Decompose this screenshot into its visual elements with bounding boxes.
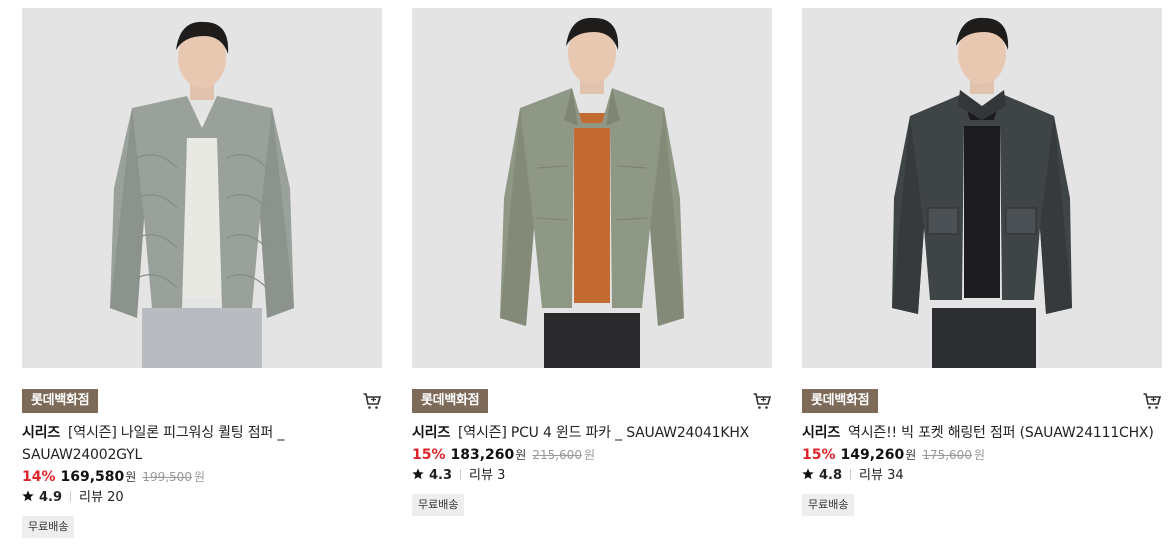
- product-card[interactable]: 롯데백화점 시리즈 역시즌!! 빅 포켓 해링턴 점퍼 (SAUAW24111CH…: [802, 8, 1164, 516]
- rating-value: 4.9: [39, 490, 63, 505]
- discount-rate: 15%: [412, 447, 446, 463]
- sale-price: 169,580: [60, 469, 125, 485]
- star-icon: [412, 467, 424, 480]
- product-card[interactable]: 롯데백화점 시리즈 [역시즌] PCU 4 윈드 파카 _ SAUAW24041K…: [412, 8, 774, 516]
- original-currency-unit: 원: [583, 448, 595, 462]
- store-badge: 롯데백화점: [412, 389, 489, 413]
- product-title[interactable]: 시리즈 [역시즌] PCU 4 윈드 파카 _ SAUAW24041KHX: [412, 422, 772, 444]
- product-card[interactable]: 롯데백화점 시리즈 [역시즌] 나일론 피그워싱 퀼팅 점퍼 _ SAUAW240…: [22, 8, 384, 538]
- product-meta-row: 롯데백화점: [22, 389, 384, 413]
- product-title[interactable]: 시리즈 역시즌!! 빅 포켓 해링턴 점퍼 (SAUAW24111CHX): [802, 422, 1162, 444]
- store-badge: 롯데백화점: [22, 389, 99, 413]
- free-shipping-tag: 무료배송: [22, 516, 75, 538]
- brand-name: 시리즈: [802, 425, 841, 441]
- original-price: 175,600: [922, 448, 972, 462]
- cart-icon[interactable]: [752, 391, 772, 411]
- brand-name: 시리즈: [412, 425, 451, 441]
- cart-icon[interactable]: [1142, 391, 1162, 411]
- store-badge: 롯데백화점: [802, 389, 879, 413]
- price-row: 15% 149,260원 175,600 원: [802, 444, 1164, 466]
- product-image[interactable]: [22, 8, 382, 368]
- product-meta-row: 롯데백화점: [802, 389, 1164, 413]
- product-name: [역시즌] 나일론 피그워싱 퀼팅 점퍼 _ SAUAW24002GYL: [22, 425, 285, 463]
- sale-price: 149,260: [840, 447, 905, 463]
- cart-icon[interactable]: [362, 391, 382, 411]
- divider: [70, 491, 72, 502]
- price-row: 14% 169,580원 199,500 원: [22, 466, 384, 488]
- star-icon: [22, 489, 34, 502]
- review-count[interactable]: 리뷰 34: [859, 468, 904, 483]
- original-price: 215,600: [532, 448, 582, 462]
- product-title[interactable]: 시리즈 [역시즌] 나일론 피그워싱 퀼팅 점퍼 _ SAUAW24002GYL: [22, 422, 382, 466]
- original-price: 199,500: [142, 470, 192, 484]
- currency-unit: 원: [905, 448, 917, 462]
- discount-rate: 14%: [22, 469, 56, 485]
- brand-name: 시리즈: [22, 425, 61, 441]
- product-name: 역시즌!! 빅 포켓 해링턴 점퍼 (SAUAW24111CHX): [848, 425, 1154, 441]
- rating-value: 4.8: [819, 468, 843, 483]
- product-image[interactable]: [412, 8, 772, 368]
- review-count[interactable]: 리뷰 3: [469, 468, 505, 483]
- price-row: 15% 183,260원 215,600 원: [412, 444, 774, 466]
- free-shipping-tag: 무료배송: [412, 494, 465, 516]
- sale-price: 183,260: [450, 447, 515, 463]
- product-meta-row: 롯데백화점: [412, 389, 774, 413]
- star-icon: [802, 467, 814, 480]
- divider: [460, 469, 462, 480]
- currency-unit: 원: [515, 448, 527, 462]
- original-currency-unit: 원: [973, 448, 985, 462]
- product-name: [역시즌] PCU 4 윈드 파카 _ SAUAW24041KHX: [458, 425, 750, 441]
- currency-unit: 원: [125, 470, 137, 484]
- product-grid: 롯데백화점 시리즈 [역시즌] 나일론 피그워싱 퀼팅 점퍼 _ SAUAW240…: [0, 0, 1171, 547]
- rating-value: 4.3: [429, 468, 453, 483]
- free-shipping-tag: 무료배송: [802, 494, 855, 516]
- rating-row: 4.3 리뷰 3: [412, 466, 774, 486]
- discount-rate: 15%: [802, 447, 836, 463]
- rating-row: 4.8 리뷰 34: [802, 466, 1164, 486]
- divider: [850, 469, 852, 480]
- product-image[interactable]: [802, 8, 1162, 368]
- rating-row: 4.9 리뷰 20: [22, 488, 384, 508]
- original-currency-unit: 원: [193, 470, 205, 484]
- review-count[interactable]: 리뷰 20: [79, 490, 124, 505]
